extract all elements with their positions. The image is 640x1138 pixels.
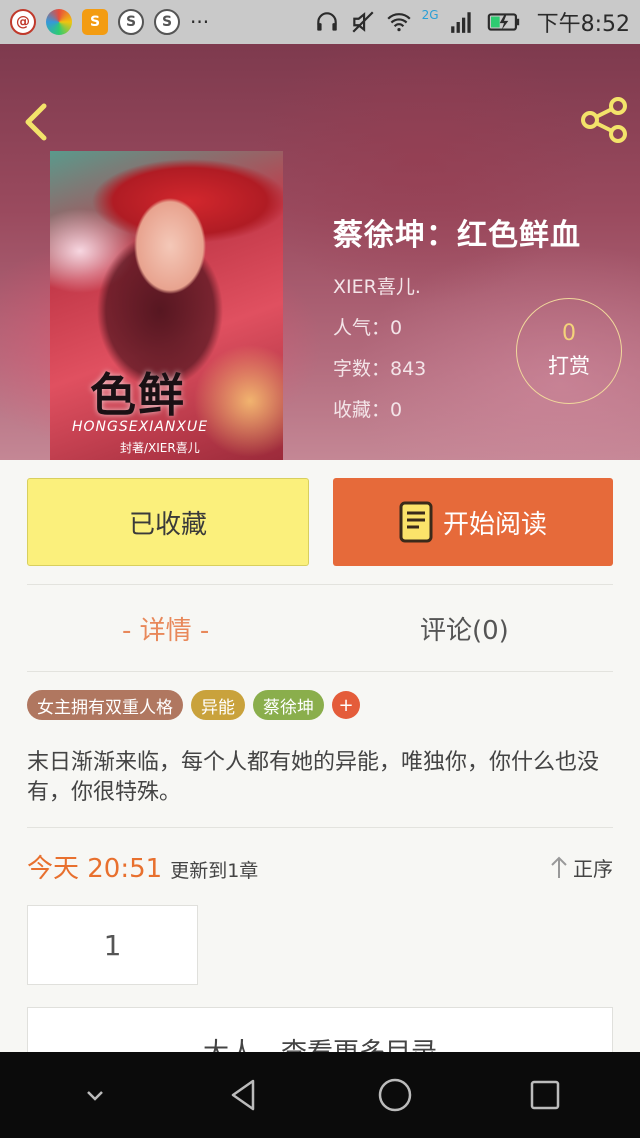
wifi-icon: [387, 13, 411, 32]
divider: [27, 671, 613, 672]
tip-label: 打赏: [548, 354, 590, 378]
clock: 下午8:52: [536, 12, 630, 37]
tag-list: 女主拥有双重人格 异能 蔡徐坤 +: [27, 690, 360, 720]
mail-icon: @: [10, 9, 36, 35]
mute-icon: [352, 11, 374, 33]
favorited-label: 已收藏: [128, 509, 207, 540]
s-app-icon: S: [82, 9, 108, 35]
tag[interactable]: 异能: [191, 690, 245, 720]
favorites-stat: 收藏：0: [333, 399, 403, 421]
signal-icon: [450, 12, 471, 33]
book-cover[interactable]: 色鲜 HONGSEXIANXUE 封著/XIER喜儿: [50, 151, 283, 460]
back-button[interactable]: [18, 100, 52, 144]
book-header: 色鲜 HONGSEXIANXUE 封著/XIER喜儿 蔡徐坤：红色鲜血 XIER…: [0, 44, 640, 460]
tab-comments[interactable]: 评论(0): [420, 610, 509, 647]
sort-order-label: 正序: [573, 857, 613, 881]
share-button[interactable]: [580, 96, 628, 144]
tag[interactable]: 女主拥有双重人格: [27, 690, 183, 720]
tip-count: 0: [562, 321, 576, 346]
home-nav-icon[interactable]: [375, 1075, 415, 1115]
divider: [27, 827, 613, 828]
cover-author: 封著/XIER喜儿: [120, 441, 200, 455]
s-app-icon: S: [154, 9, 180, 35]
update-time: 今天 20:51: [27, 854, 163, 884]
start-reading-label: 开始阅读: [442, 509, 547, 540]
system-nav-bar: [0, 1052, 640, 1138]
headphones-icon: [316, 12, 337, 31]
divider: [27, 584, 613, 585]
network-type-label: 2G: [421, 8, 439, 22]
back-nav-icon[interactable]: [225, 1075, 265, 1115]
hide-keyboard-icon[interactable]: [75, 1075, 115, 1115]
chapter-item[interactable]: 1: [27, 905, 198, 985]
book-description: 末日渐渐来临，每个人都有她的异能，唯独你，你什么也没有，你很特殊。: [27, 750, 600, 805]
sort-order-button[interactable]: 正序: [549, 853, 613, 882]
chapter-number: 1: [103, 928, 122, 962]
book-title: 蔡徐坤：红色鲜血: [333, 218, 581, 253]
photos-icon: [46, 9, 72, 35]
arrow-up-icon: [551, 856, 567, 878]
tab-details[interactable]: - 详情 -: [122, 610, 209, 647]
cover-subtitle: HONGSEXIANXUE: [72, 419, 209, 435]
add-tag-button[interactable]: +: [332, 691, 360, 719]
update-info: 今天 20:51 更新到1章: [27, 848, 258, 885]
book-icon: [399, 501, 433, 543]
cover-title: 色鲜: [90, 368, 186, 422]
s-app-icon: S: [118, 9, 144, 35]
status-bar: @ S S S ··· 2G 下午8:52: [0, 0, 640, 44]
favorited-button[interactable]: 已收藏: [27, 478, 309, 566]
more-notifications-icon: ···: [190, 10, 210, 34]
start-reading-button[interactable]: 开始阅读: [333, 478, 613, 566]
update-text: 更新到1章: [170, 860, 259, 882]
tag[interactable]: 蔡徐坤: [253, 690, 324, 720]
tip-button[interactable]: 0 打赏: [516, 298, 622, 404]
recents-nav-icon[interactable]: [525, 1075, 565, 1115]
battery-charging-icon: [487, 13, 519, 31]
book-author[interactable]: XIER喜儿.: [333, 272, 581, 299]
